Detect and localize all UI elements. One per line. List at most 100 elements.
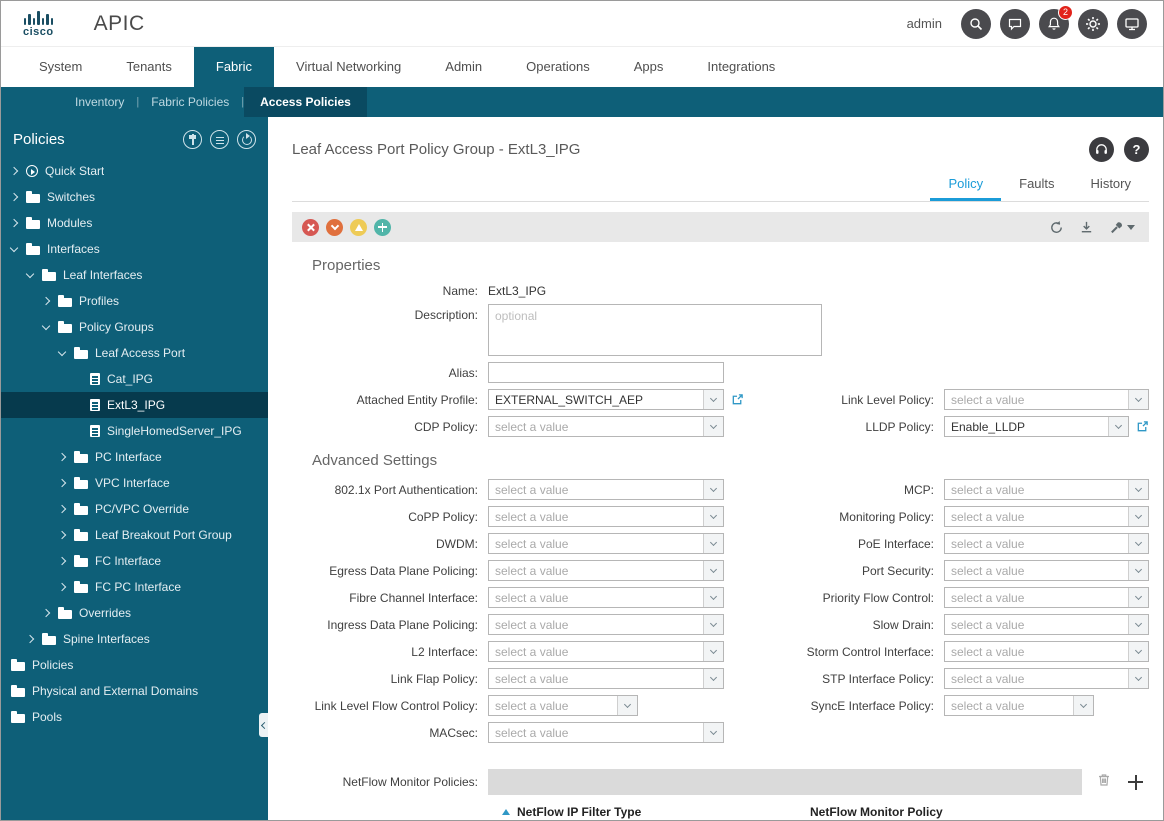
chevron-down-icon[interactable]	[1128, 480, 1148, 499]
chevron-down-icon[interactable]	[1128, 588, 1148, 607]
tree-item-modules[interactable]: Modules	[1, 210, 268, 236]
chevron-down-icon[interactable]	[9, 243, 19, 253]
tree-item-spine-interfaces[interactable]: Spine Interfaces	[1, 626, 268, 652]
nav-tab-fabric[interactable]: Fabric	[193, 47, 275, 87]
chevron-down-icon[interactable]	[703, 723, 723, 742]
tree-item-pc-interface[interactable]: PC Interface	[1, 444, 268, 470]
help-button[interactable]: ?	[1124, 137, 1149, 162]
chevron-down-icon[interactable]	[703, 507, 723, 526]
tree-item-singlehomedserver-ipg[interactable]: SingleHomedServer_IPG	[1, 418, 268, 444]
macsec-select[interactable]: select a value	[488, 722, 724, 743]
netflow-ip-filter-type-column[interactable]: NetFlow IP Filter Type	[517, 805, 641, 819]
chevron-down-icon[interactable]	[41, 321, 51, 331]
subnav-tab-inventory[interactable]: Inventory	[63, 87, 136, 117]
link-level-flow-control-policy-select[interactable]: select a value	[488, 695, 638, 716]
tree-item-profiles[interactable]: Profiles	[1, 288, 268, 314]
search-button[interactable]	[961, 8, 991, 39]
add-netflow-policy-button[interactable]	[1128, 774, 1143, 790]
tree-item-policy-groups[interactable]: Policy Groups	[1, 314, 268, 340]
poe-interface-select[interactable]: select a value	[944, 533, 1149, 554]
fault-major-icon[interactable]	[326, 218, 343, 236]
tab-policy[interactable]: Policy	[930, 170, 1002, 201]
username[interactable]: admin	[907, 16, 942, 31]
subnav-tab-fabric-policies[interactable]: Fabric Policies	[139, 87, 241, 117]
chevron-down-icon[interactable]	[57, 347, 67, 357]
chevron-down-icon[interactable]	[1128, 390, 1148, 409]
tree-item-overrides[interactable]: Overrides	[1, 600, 268, 626]
tree-item-fc-pc-interface[interactable]: FC PC Interface	[1, 574, 268, 600]
tab-faults[interactable]: Faults	[1001, 170, 1072, 201]
tree-item-pools[interactable]: Pools	[1, 704, 268, 730]
tree-item-pc-vpc-override[interactable]: PC/VPC Override	[1, 496, 268, 522]
chevron-down-icon[interactable]	[703, 480, 723, 499]
sort-ascending-icon[interactable]	[502, 809, 510, 815]
slow-drain-select[interactable]: select a value	[944, 614, 1149, 635]
chevron-down-icon[interactable]	[1108, 417, 1128, 436]
chevron-down-icon[interactable]	[1128, 534, 1148, 553]
link-level-policy-select[interactable]: select a value	[944, 389, 1149, 410]
chevron-down-icon[interactable]	[617, 696, 637, 715]
chevron-down-icon[interactable]	[703, 615, 723, 634]
open-aep-detail-button[interactable]	[731, 393, 744, 406]
chevron-down-icon[interactable]	[1128, 642, 1148, 661]
chevron-right-icon[interactable]	[9, 192, 19, 202]
chevron-right-icon[interactable]	[57, 478, 67, 488]
chevron-right-icon[interactable]	[9, 218, 19, 228]
chevron-right-icon[interactable]	[25, 634, 35, 644]
chevron-down-icon[interactable]	[1128, 669, 1148, 688]
priority-flow-control-select[interactable]: select a value	[944, 587, 1149, 608]
refresh-tree-icon[interactable]	[237, 130, 256, 149]
chevron-right-icon[interactable]	[57, 582, 67, 592]
chevron-down-icon[interactable]	[1128, 615, 1148, 634]
chevron-right-icon[interactable]	[57, 556, 67, 566]
netflow-monitor-policy-column[interactable]: NetFlow Monitor Policy	[810, 805, 943, 819]
health-icon[interactable]	[374, 218, 391, 236]
tree-item-interfaces[interactable]: Interfaces	[1, 236, 268, 262]
delete-netflow-policy-button[interactable]	[1096, 772, 1112, 793]
chevron-right-icon[interactable]	[9, 166, 19, 176]
nav-tab-system[interactable]: System	[17, 47, 104, 87]
chevron-right-icon[interactable]	[57, 530, 67, 540]
tree-item-vpc-interface[interactable]: VPC Interface	[1, 470, 268, 496]
sidebar-collapse-handle[interactable]	[259, 713, 268, 737]
monitoring-policy-select[interactable]: select a value	[944, 506, 1149, 527]
tree-item-switches[interactable]: Switches	[1, 184, 268, 210]
chevron-down-icon[interactable]	[703, 534, 723, 553]
synce-interface-policy-select[interactable]: select a value	[944, 695, 1094, 716]
chevron-down-icon[interactable]	[703, 390, 723, 409]
tree-options-icon[interactable]	[210, 130, 229, 149]
nav-tab-operations[interactable]: Operations	[504, 47, 612, 87]
nav-tab-integrations[interactable]: Integrations	[685, 47, 797, 87]
settings-button[interactable]	[1078, 8, 1108, 39]
feedback-button[interactable]	[1000, 8, 1030, 39]
nav-tab-apps[interactable]: Apps	[612, 47, 686, 87]
tree-item-extl3-ipg[interactable]: ExtL3_IPG	[1, 392, 268, 418]
chevron-down-icon[interactable]	[1073, 696, 1093, 715]
link-flap-policy-select[interactable]: select a value	[488, 668, 724, 689]
nav-tab-tenants[interactable]: Tenants	[104, 47, 194, 87]
chevron-right-icon[interactable]	[57, 452, 67, 462]
tree-item-quick-start[interactable]: Quick Start	[1, 158, 268, 184]
tab-history[interactable]: History	[1073, 170, 1149, 201]
fault-minor-icon[interactable]	[350, 218, 367, 236]
chevron-right-icon[interactable]	[41, 608, 51, 618]
download-button[interactable]	[1075, 220, 1098, 235]
chevron-down-icon[interactable]	[703, 588, 723, 607]
dot1x-port-authentication-select[interactable]: select a value	[488, 479, 724, 500]
storm-control-interface-select[interactable]: select a value	[944, 641, 1149, 662]
chevron-down-icon[interactable]	[703, 417, 723, 436]
l2-interface-select[interactable]: select a value	[488, 641, 724, 662]
open-lldp-detail-button[interactable]	[1136, 420, 1149, 433]
cdp-policy-select[interactable]: select a value	[488, 416, 724, 437]
pin-icon[interactable]	[183, 130, 202, 149]
chevron-down-icon[interactable]	[703, 669, 723, 688]
attached-entity-profile-select[interactable]: EXTERNAL_SWITCH_AEP	[488, 389, 724, 410]
fibre-channel-interface-select[interactable]: select a value	[488, 587, 724, 608]
tree-item-leaf-access-port[interactable]: Leaf Access Port	[1, 340, 268, 366]
refresh-button[interactable]	[1045, 220, 1068, 235]
notifications-button[interactable]: 2	[1039, 4, 1073, 39]
copp-policy-select[interactable]: select a value	[488, 506, 724, 527]
screen-share-button[interactable]	[1117, 8, 1147, 39]
egress-data-plane-policing-select[interactable]: select a value	[488, 560, 724, 581]
tree-item-physical-and-external-domains[interactable]: Physical and External Domains	[1, 678, 268, 704]
